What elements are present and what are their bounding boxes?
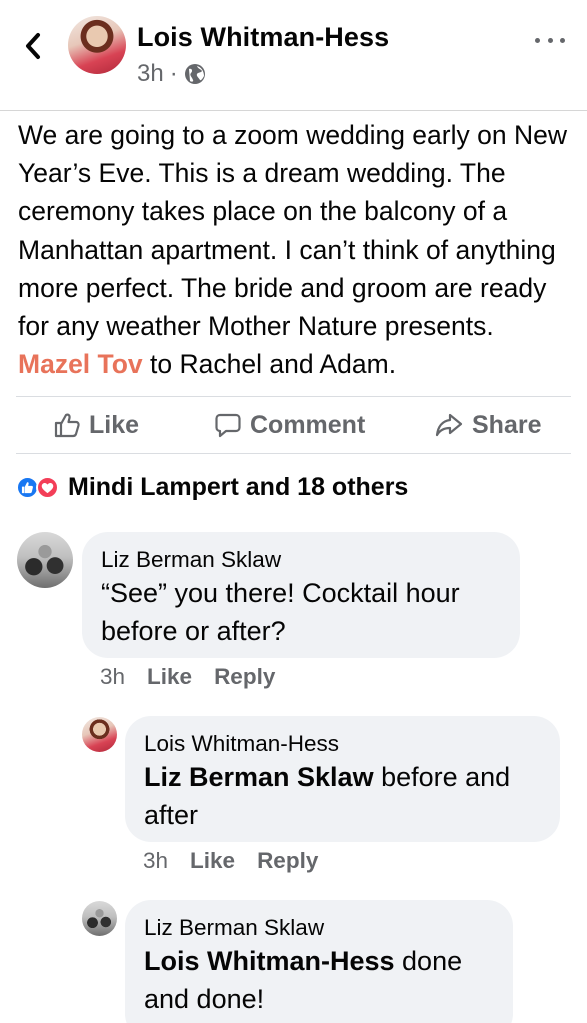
reactions-summary[interactable]: Mindi Lampert and 18 others bbox=[16, 470, 408, 504]
share-button[interactable]: Share bbox=[434, 397, 541, 453]
more-dots-icon bbox=[535, 37, 540, 43]
action-bar: Like Comment Share bbox=[16, 397, 571, 453]
post-meta: 3h · bbox=[137, 60, 206, 88]
share-arrow-icon bbox=[434, 411, 464, 439]
reply-time[interactable]: 3h bbox=[143, 848, 168, 874]
comment-text: “See” you there! Cocktail hour before or… bbox=[101, 578, 460, 646]
post-header: Lois Whitman-Hess 3h · bbox=[0, 0, 587, 110]
reply-author[interactable]: Lois Whitman-Hess bbox=[144, 730, 542, 758]
comment-button[interactable]: Comment bbox=[214, 397, 365, 453]
comment-like-button[interactable]: Like bbox=[147, 664, 192, 690]
post-detail-page: Lois Whitman-Hess 3h · We are going to a… bbox=[0, 0, 587, 1023]
post-text-before: We are going to a zoom wedding early on … bbox=[18, 120, 567, 342]
more-dot bbox=[560, 37, 565, 43]
meta-separator: · bbox=[169, 60, 178, 87]
post-text-after: to Rachel and Adam. bbox=[142, 349, 397, 380]
comment-meta: 3h Like Reply bbox=[100, 664, 275, 690]
reply-mention[interactable]: Lois Whitman-Hess bbox=[144, 946, 395, 976]
chevron-left-icon bbox=[26, 33, 40, 59]
reactions-text: Mindi Lampert and 18 others bbox=[68, 472, 409, 501]
reply-reply-button[interactable]: Reply bbox=[257, 848, 318, 874]
comment-reply-button[interactable]: Reply bbox=[214, 664, 275, 690]
post-body: We are going to a zoom wedding early on … bbox=[18, 116, 573, 383]
reaction-icons bbox=[16, 473, 66, 501]
globe-icon[interactable] bbox=[184, 63, 206, 85]
more-options-button[interactable] bbox=[535, 30, 565, 50]
reply-avatar[interactable] bbox=[82, 901, 117, 936]
like-label: Like bbox=[89, 410, 140, 439]
love-reaction-icon bbox=[36, 476, 59, 499]
author-name[interactable]: Lois Whitman-Hess bbox=[137, 22, 389, 53]
post-highlight: Mazel Tov bbox=[18, 349, 143, 380]
comment-author[interactable]: Liz Berman Sklaw bbox=[101, 546, 502, 574]
share-label: Share bbox=[472, 410, 542, 439]
action-divider-bottom bbox=[16, 453, 571, 454]
reply-bubble: Liz Berman Sklaw Lois Whitman-Hess done … bbox=[125, 900, 513, 1023]
post-time[interactable]: 3h bbox=[137, 60, 164, 88]
reply-bubble: Lois Whitman-Hess Liz Berman Sklaw befor… bbox=[125, 716, 560, 842]
reply-avatar[interactable] bbox=[82, 717, 117, 752]
commenter-avatar[interactable] bbox=[17, 532, 73, 588]
back-button[interactable] bbox=[18, 28, 48, 64]
reply-meta: 3h Like Reply bbox=[143, 848, 318, 874]
reply-like-button[interactable]: Like bbox=[190, 848, 235, 874]
reply-author[interactable]: Liz Berman Sklaw bbox=[144, 914, 495, 942]
header-divider bbox=[0, 110, 587, 111]
speech-bubble-icon bbox=[214, 411, 242, 439]
reply-mention[interactable]: Liz Berman Sklaw bbox=[144, 762, 374, 792]
author-avatar[interactable] bbox=[68, 16, 126, 74]
more-dot bbox=[547, 37, 553, 43]
comment-time[interactable]: 3h bbox=[100, 664, 125, 690]
like-button[interactable]: Like bbox=[53, 397, 139, 453]
reply-text: Lois Whitman-Hess done and done! bbox=[144, 942, 495, 1018]
comment-label: Comment bbox=[250, 410, 366, 439]
reply-text: Liz Berman Sklaw before and after bbox=[144, 758, 542, 834]
comment-bubble: Liz Berman Sklaw “See” you there! Cockta… bbox=[82, 532, 520, 658]
thumbs-up-icon bbox=[53, 411, 81, 439]
